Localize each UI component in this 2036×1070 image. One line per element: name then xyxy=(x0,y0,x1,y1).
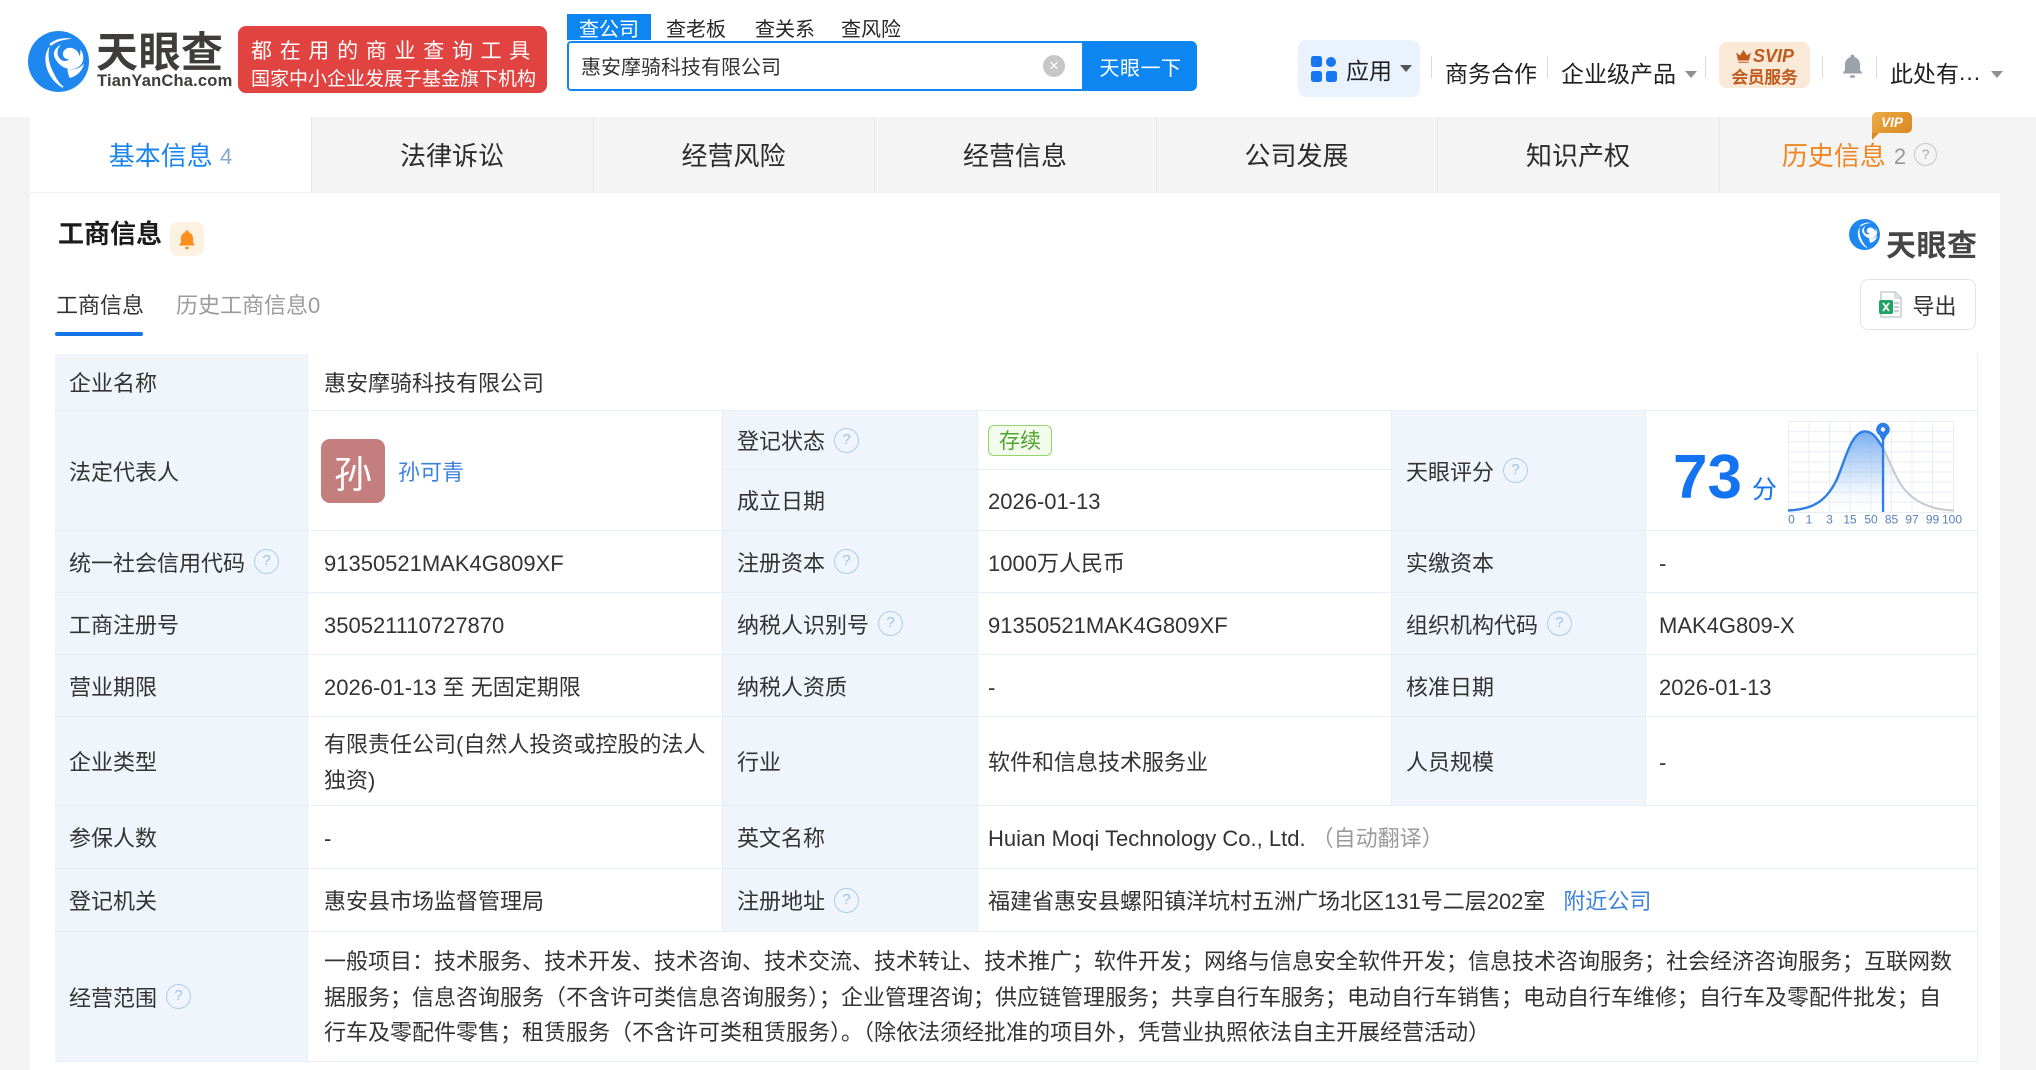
svg-text:85: 85 xyxy=(1885,513,1899,527)
svg-text:97: 97 xyxy=(1905,513,1919,527)
svg-text:15: 15 xyxy=(1843,513,1857,527)
svg-text:99: 99 xyxy=(1926,513,1940,527)
svg-text:0: 0 xyxy=(1788,513,1795,527)
svg-text:1: 1 xyxy=(1806,513,1813,527)
svg-text:100: 100 xyxy=(1942,513,1962,527)
svg-text:3: 3 xyxy=(1826,513,1833,527)
svg-text:50: 50 xyxy=(1864,513,1878,527)
